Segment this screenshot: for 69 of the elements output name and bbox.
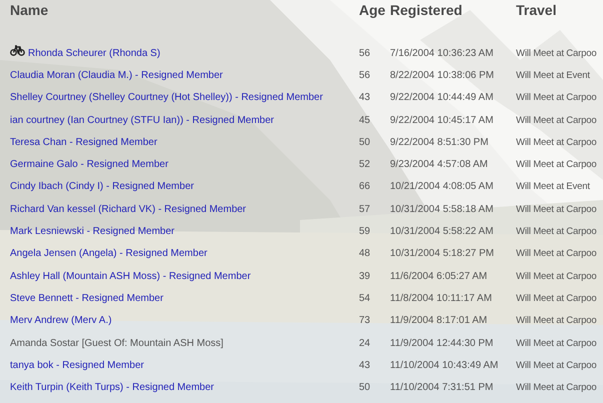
travel-cell: Will Meet at Event bbox=[516, 70, 590, 81]
registered-cell: 11/9/2004 12:44:30 PM bbox=[390, 338, 494, 348]
registered-cell: 10/31/2004 5:58:18 AM bbox=[390, 204, 494, 215]
registered-cell: 9/22/2004 10:44:49 AM bbox=[390, 92, 494, 104]
member-link[interactable]: Cindy Ibach (Cindy I) - Resigned Member bbox=[10, 181, 194, 192]
member-link[interactable]: Richard Van kessel (Richard VK) - Resigned Member bbox=[10, 204, 246, 215]
age-cell: 73 bbox=[359, 315, 370, 326]
member-link[interactable]: Keith Turpin (Keith Turps) - Resigned Member bbox=[10, 382, 214, 394]
travel-cell: Will Meet at Carpoo bbox=[516, 382, 597, 394]
travel-cell: Will Meet at Carpoo bbox=[516, 92, 597, 104]
column-header: Name bbox=[10, 2, 48, 18]
member-link[interactable]: Claudia Moran (Claudia M.) - Resigned Member bbox=[10, 70, 223, 81]
registered-cell: 11/10/2004 10:43:49 AM bbox=[390, 360, 498, 371]
age-cell: 39 bbox=[359, 270, 370, 282]
age-cell: 43 bbox=[359, 92, 370, 104]
member-link[interactable]: Germaine Galo - Resigned Member bbox=[10, 159, 168, 170]
travel-cell: Will Meet at Carpoo bbox=[516, 114, 597, 126]
registered-cell: 11/8/2004 10:11:17 AM bbox=[390, 292, 492, 304]
age-cell: 59 bbox=[359, 226, 370, 238]
registered-cell: 11/9/2004 8:17:01 AM bbox=[390, 315, 488, 326]
age-cell: 50 bbox=[359, 136, 370, 148]
age-cell: 43 bbox=[359, 360, 370, 371]
travel-cell: Will Meet at Carpoo bbox=[516, 315, 597, 326]
registered-cell: 9/22/2004 8:51:30 PM bbox=[390, 136, 488, 148]
registered-cell: 9/22/2004 10:45:17 AM bbox=[390, 114, 494, 126]
age-cell: 52 bbox=[359, 159, 370, 170]
age-cell: 50 bbox=[359, 382, 370, 394]
travel-cell: Will Meet at Carpoo bbox=[516, 48, 597, 59]
age-cell: 56 bbox=[359, 70, 370, 81]
member-link[interactable]: Ashley Hall (Mountain ASH Moss) - Resigned Member bbox=[10, 270, 251, 282]
travel-cell: Will Meet at Carpoo bbox=[516, 226, 597, 238]
column-header: Age bbox=[359, 2, 386, 18]
age-cell: 57 bbox=[359, 204, 370, 215]
travel-cell: Will Meet at Carpoo bbox=[516, 136, 597, 148]
member-link[interactable]: Merv Andrew (Merv A.) bbox=[10, 315, 112, 326]
travel-cell: Will Meet at Carpoo bbox=[516, 204, 597, 215]
age-cell: 54 bbox=[359, 292, 370, 304]
age-cell: 66 bbox=[359, 181, 370, 192]
travel-cell: Will Meet at Carpoo bbox=[516, 338, 597, 348]
registered-cell: 10/21/2004 4:08:05 AM bbox=[390, 181, 494, 192]
age-cell: 24 bbox=[359, 338, 370, 348]
registered-cell: 10/31/2004 5:18:27 PM bbox=[390, 248, 494, 260]
member-link[interactable]: Rhonda Scheurer (Rhonda S) bbox=[28, 48, 160, 59]
guest-name: Amanda Sostar [Guest Of: Mountain ASH Moss] bbox=[10, 338, 224, 348]
travel-cell: Will Meet at Carpoo bbox=[516, 270, 597, 282]
bicycle-icon bbox=[10, 44, 25, 56]
registered-cell: 7/16/2004 10:36:23 AM bbox=[390, 48, 494, 59]
member-link[interactable]: ian courtney (Ian Courtney (STFU Ian)) - Resigned Member bbox=[10, 114, 274, 126]
column-header: Travel bbox=[516, 2, 556, 18]
member-link[interactable]: Steve Bennett - Resigned Member bbox=[10, 292, 164, 304]
age-cell: 45 bbox=[359, 114, 370, 126]
travel-cell: Will Meet at Event bbox=[516, 181, 590, 192]
member-link[interactable]: tanya bok - Resigned Member bbox=[10, 360, 144, 371]
travel-cell: Will Meet at Carpoo bbox=[516, 159, 597, 170]
registered-cell: 8/22/2004 10:38:06 PM bbox=[390, 70, 494, 81]
travel-cell: Will Meet at Carpoo bbox=[516, 292, 597, 304]
member-link[interactable]: Angela Jensen (Angela) - Resigned Member bbox=[10, 248, 208, 260]
column-header: Registered bbox=[390, 2, 462, 18]
member-link[interactable]: Shelley Courtney (Shelley Courtney (Hot Shelley)) - Resigned Member bbox=[10, 92, 323, 104]
age-cell: 48 bbox=[359, 248, 370, 260]
registered-cell: 9/23/2004 4:57:08 AM bbox=[390, 159, 488, 170]
member-link[interactable]: Mark Lesniewski - Resigned Member bbox=[10, 226, 175, 238]
travel-cell: Will Meet at Carpoo bbox=[516, 360, 597, 371]
registered-cell: 11/6/2004 6:05:27 AM bbox=[390, 270, 488, 282]
age-cell: 56 bbox=[359, 48, 370, 59]
member-link[interactable]: Teresa Chan - Resigned Member bbox=[10, 136, 158, 148]
registered-cell: 10/31/2004 5:58:22 AM bbox=[390, 226, 494, 238]
registered-cell: 11/10/2004 7:31:51 PM bbox=[390, 382, 494, 394]
travel-cell: Will Meet at Carpoo bbox=[516, 248, 597, 260]
